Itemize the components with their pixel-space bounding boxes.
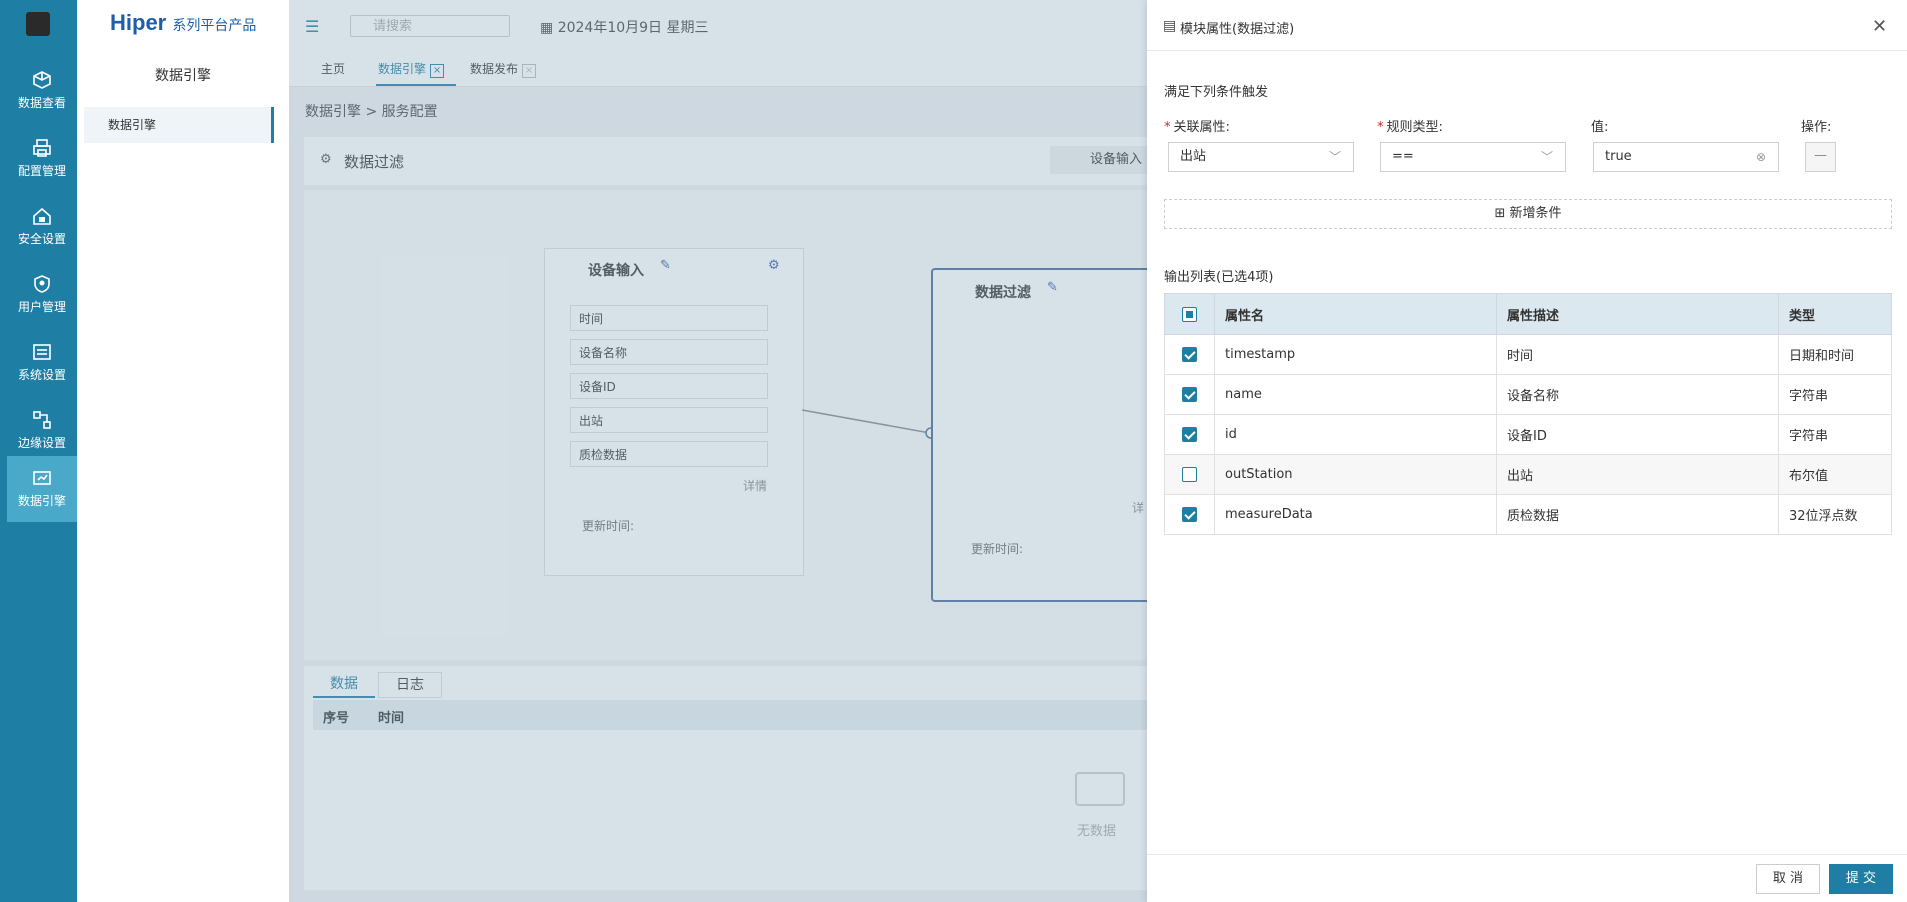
divider <box>1147 50 1907 51</box>
cell-type: 字符串 <box>1778 414 1892 455</box>
column-header: 属性描述 <box>1496 293 1779 335</box>
table-row: timestamp 时间 日期和时间 <box>1164 334 1892 375</box>
modal-overlay[interactable] <box>289 0 1147 902</box>
clear-icon[interactable]: ⊗ <box>1756 143 1766 171</box>
table-header-row: 属性名 属性描述 类型 <box>1164 293 1892 335</box>
brand-logo: Hiper 系列平台产品 <box>110 10 257 35</box>
add-icon: ⊞ <box>1494 206 1506 221</box>
drawer-title: 模块属性(数据过滤) <box>1180 22 1295 37</box>
rail-item-label: 用户管理 <box>17 300 66 314</box>
cell-name: name <box>1214 374 1497 415</box>
value-input[interactable]: true ⊗ <box>1593 142 1779 172</box>
settings-list-icon <box>33 344 51 360</box>
row-checkbox[interactable] <box>1164 454 1215 495</box>
house-lock-icon <box>33 207 51 225</box>
rail-item-data-engine[interactable]: 数据引擎 <box>7 456 77 522</box>
cell-type: 布尔值 <box>1778 454 1892 495</box>
rail-item-config[interactable]: 配置管理 <box>7 126 77 192</box>
cancel-button[interactable]: 取 消 <box>1756 864 1820 894</box>
document-icon: ▤ <box>1163 18 1177 34</box>
cell-name: id <box>1214 414 1497 455</box>
submit-button[interactable]: 提 交 <box>1829 864 1893 894</box>
cell-name: measureData <box>1214 494 1497 535</box>
left-rail: 数据查看 配置管理 安全设置 用户管理 系统设置 边缘设置 数据引擎 <box>0 0 77 902</box>
cell-desc: 质检数据 <box>1496 494 1779 535</box>
printer-icon <box>33 139 51 157</box>
engine-icon <box>33 471 51 485</box>
cell-type: 字符串 <box>1778 374 1892 415</box>
value-label: 值: <box>1591 120 1609 135</box>
cell-type: 32位浮点数 <box>1778 494 1892 535</box>
table-row: outStation 出站 布尔值 <box>1164 454 1892 495</box>
op-label: 操作: <box>1801 120 1832 135</box>
rail-item-label: 数据引擎 <box>17 494 66 508</box>
column-header: 属性名 <box>1214 293 1497 335</box>
rail-item-label: 边缘设置 <box>17 436 66 450</box>
output-list-title: 输出列表(已选4项) <box>1164 270 1274 285</box>
chevron-down-icon: ﹀ <box>1540 150 1553 164</box>
cell-desc: 时间 <box>1496 334 1779 375</box>
cell-desc: 设备名称 <box>1496 374 1779 415</box>
table-row: id 设备ID 字符串 <box>1164 414 1892 455</box>
output-table: 属性名 属性描述 类型 timestamp 时间 日期和时间 name 设备名称… <box>1164 293 1892 535</box>
cell-desc: 出站 <box>1496 454 1779 495</box>
rail-item-data-view[interactable]: 数据查看 <box>7 58 77 124</box>
attr-select[interactable]: 出站 ﹀ <box>1168 142 1354 172</box>
row-checkbox[interactable] <box>1164 374 1215 415</box>
table-row: measureData 质检数据 32位浮点数 <box>1164 494 1892 535</box>
attr-label: * 关联属性: <box>1164 120 1230 135</box>
cell-type: 日期和时间 <box>1778 334 1892 375</box>
rail-item-security[interactable]: 安全设置 <box>7 194 77 260</box>
row-checkbox[interactable] <box>1164 414 1215 455</box>
sidebar-item-data-engine[interactable]: 数据引擎 <box>84 107 274 143</box>
cube-icon <box>33 71 51 89</box>
rail-item-edge[interactable]: 边缘设置 <box>7 398 77 464</box>
add-condition-button[interactable]: ⊞ 新增条件 <box>1164 199 1892 229</box>
rail-item-system[interactable]: 系统设置 <box>7 330 77 396</box>
trigger-section-title: 满足下列条件触发 <box>1164 85 1269 100</box>
rail-item-label: 安全设置 <box>17 232 66 246</box>
app-logo <box>26 12 50 36</box>
rail-item-users[interactable]: 用户管理 <box>7 262 77 328</box>
rail-item-label: 数据查看 <box>17 96 66 110</box>
remove-condition-button[interactable]: — <box>1805 142 1836 172</box>
chevron-down-icon: ﹀ <box>1328 150 1341 164</box>
rail-item-label: 系统设置 <box>17 368 66 382</box>
row-checkbox[interactable] <box>1164 334 1215 375</box>
select-all-checkbox[interactable] <box>1164 293 1215 335</box>
shield-user-icon <box>34 275 50 293</box>
row-checkbox[interactable] <box>1164 494 1215 535</box>
rule-label: * 规则类型: <box>1377 120 1443 135</box>
cell-name: timestamp <box>1214 334 1497 375</box>
cell-desc: 设备ID <box>1496 414 1779 455</box>
divider <box>1147 854 1907 855</box>
table-row: name 设备名称 字符串 <box>1164 374 1892 415</box>
column-header: 类型 <box>1778 293 1892 335</box>
cell-name: outStation <box>1214 454 1497 495</box>
close-icon[interactable]: ✕ <box>1872 16 1887 37</box>
nodes-icon <box>33 411 51 429</box>
rail-item-label: 配置管理 <box>17 164 66 178</box>
rule-select[interactable]: == ﹀ <box>1380 142 1566 172</box>
sidebar-title: 数据引擎 <box>155 68 211 84</box>
